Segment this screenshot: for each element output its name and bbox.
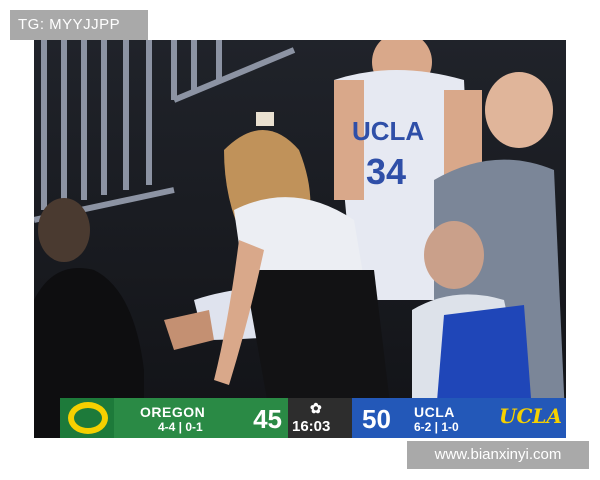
watermark-top: TG: MYYJJPP <box>10 10 148 40</box>
away-team-name: OREGON <box>140 404 206 420</box>
oregon-o-logo-icon <box>60 398 114 438</box>
scoreboard: OREGON 4-4 | 0-1 45 ✿ 16:03 50 UCLA 6-2 … <box>60 398 566 438</box>
game-clock: 16:03 <box>292 418 331 435</box>
home-team-score: 50 <box>362 404 391 434</box>
home-team-panel: 50 UCLA 6-2 | 1-0 UCLA <box>352 398 566 438</box>
photo-illustration: UCLA 34 <box>34 40 566 438</box>
home-team-name: UCLA <box>414 404 455 420</box>
home-team-record: 6-2 | 1-0 <box>414 420 459 434</box>
nbc-peacock-icon: ✿ <box>310 400 322 416</box>
game-clock-panel: ✿ 16:03 <box>288 398 352 438</box>
away-team-score: 45 <box>253 404 282 434</box>
away-team-panel: OREGON 4-4 | 0-1 45 <box>114 398 288 438</box>
jersey-number: 34 <box>366 151 406 192</box>
game-photo: UCLA 34 <box>34 40 566 438</box>
home-team-brand: UCLA <box>499 404 562 428</box>
away-team-record: 4-4 | 0-1 <box>158 420 203 434</box>
watermark-bottom: www.bianxinyi.com <box>407 441 589 469</box>
jersey-text: UCLA <box>352 116 424 146</box>
